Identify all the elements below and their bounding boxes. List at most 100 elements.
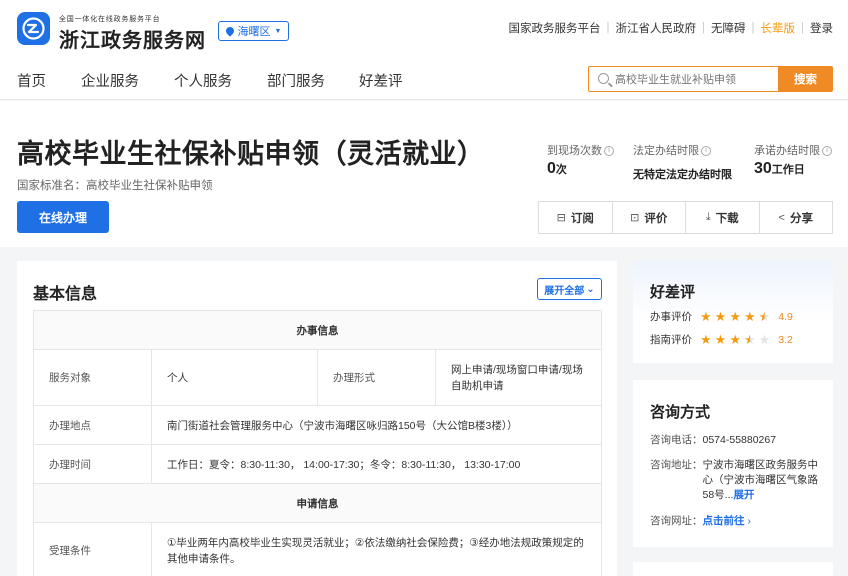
region-selector[interactable]: 海曙区 ▼ <box>218 21 289 41</box>
action-label: 订阅 <box>570 212 594 225</box>
stat-label-text: 到现场次数 <box>547 145 602 157</box>
top-link[interactable]: 国家政务服务平台 <box>509 20 601 36</box>
phone-value: 0574-55880267 <box>702 434 777 446</box>
star-icon: ★ <box>700 309 712 324</box>
stat-label-promise-limit: 承诺办结时限 i <box>754 142 832 158</box>
top-link[interactable]: 浙江省人民政府 <box>616 20 697 36</box>
action-label: 分享 <box>789 212 813 225</box>
nav-item-home[interactable]: 首页 <box>17 70 46 91</box>
top-bar: 全国一体化在线政务服务平台 浙江政务服务网 海曙区 ▼ 国家政务服务平台 | 浙江省… <box>0 0 848 58</box>
share-icon: < <box>778 211 785 224</box>
action-label: 评价 <box>644 212 668 225</box>
link-separator: | <box>606 22 610 34</box>
star-icon: ★ <box>743 309 756 324</box>
field-label: 办理时间 <box>33 444 152 484</box>
stat-label-legal-limit: 法定办结时限 i <box>633 142 711 158</box>
rating-score: 4.9 <box>778 310 793 323</box>
nav-item-enterprise[interactable]: 企业服务 <box>81 70 139 91</box>
section-header-handling: 办事信息 <box>33 310 602 350</box>
chevron-down-icon: ⌄ <box>586 283 595 295</box>
stat-value-legal-limit: 无特定法定办结时限 <box>633 169 732 181</box>
rating-score: 3.2 <box>778 333 793 346</box>
basic-info-title: 基本信息 <box>33 286 98 303</box>
star-icon: ★ <box>700 332 712 347</box>
help-icon[interactable]: i <box>701 146 711 157</box>
subscribe-button[interactable]: ⊟ 订阅 <box>539 202 613 233</box>
standard-name: 国家标准名：高校毕业生社保补贴申领 <box>17 180 213 192</box>
field-label: 受理条件 <box>33 522 152 576</box>
star-icon: ★ <box>758 309 771 324</box>
top-links: 国家政务服务平台 | 浙江省人民政府 | 无障碍 | 长辈版 | 登录 <box>509 20 834 36</box>
help-icon[interactable]: i <box>822 146 832 157</box>
field-label: 办理地点 <box>33 405 152 445</box>
field-value: 工作日：夏令：8:30-11:30， 14:00-17:30；冬令：8:30-1… <box>151 444 602 484</box>
link-separator: | <box>751 22 755 34</box>
stat-unit: 次 <box>555 164 567 176</box>
nav-item-evaluation[interactable]: 好差评 <box>359 70 403 91</box>
table-row: 服务对象 个人 办理形式 网上申请/现场窗口申请/现场自助机申请 <box>33 349 602 406</box>
field-value: 网上申请/现场窗口申请/现场自助机申请 <box>435 349 602 406</box>
star-icon: ★ <box>743 332 756 347</box>
table-row: 办事信息 <box>33 310 602 350</box>
basic-info-table: 办事信息 服务对象 个人 办理形式 网上申请/现场窗口申请/现场自助机申请 办理… <box>33 310 602 576</box>
download-button[interactable]: ⤓ 下载 <box>686 202 760 233</box>
download-icon: ⤓ <box>705 211 711 223</box>
search-button[interactable]: 搜索 <box>778 66 833 92</box>
evaluation-title: 好差评 <box>650 284 696 301</box>
consult-web: 咨询网址：点击前往 › <box>650 514 751 529</box>
top-link[interactable]: 长辈版 <box>761 20 796 36</box>
table-row: 办理地点 南门街道社会管理服务中心（宁波市海曙区咏归路150号（大公馆B楼3楼）… <box>33 405 602 445</box>
evaluation-card: 好差评 办事评价 ★ ★ ★ ★ ★ 4.9 指南评价 ★ ★ ★ ★ ★ 3.2 <box>633 261 833 363</box>
table-row: 申请信息 <box>33 483 602 523</box>
search-input[interactable] <box>615 71 775 88</box>
expand-all-button[interactable]: 展开全部 ⌄ <box>537 278 602 300</box>
comment-icon: ⊡ <box>630 212 640 224</box>
section-header-application: 申请信息 <box>33 483 602 523</box>
address-expand-link[interactable]: 展开 <box>733 489 754 501</box>
logo-title[interactable]: 浙江政务服务网 <box>59 24 206 53</box>
consult-card: 咨询方式 咨询电话：0574-55880267 咨询地址： 宁波市海曙区政务服务… <box>633 380 833 547</box>
rating-label: 指南评价 <box>650 334 692 346</box>
consult-phone: 咨询电话：0574-55880267 <box>650 433 776 448</box>
star-icon: ★ <box>714 309 727 324</box>
top-link[interactable]: 登录 <box>810 20 833 36</box>
next-card <box>633 562 833 576</box>
stat-label-text: 承诺办结时限 <box>754 145 820 157</box>
online-apply-button[interactable]: 在线办理 <box>17 201 109 233</box>
action-bar: ⊟ 订阅 ⊡ 评价 ⤓ 下载 < 分享 <box>538 201 833 234</box>
field-value: 南门街道社会管理服务中心（宁波市海曙区咏归路150号（大公馆B楼3楼）） <box>151 405 602 445</box>
link-separator: | <box>801 22 804 34</box>
stat-number: 30 <box>754 160 772 177</box>
stat-label-visits: 到现场次数 i <box>547 142 614 158</box>
rating-row-guide: 指南评价 ★ ★ ★ ★ ★ 3.2 <box>650 332 793 347</box>
web-link-text: 点击前往 <box>702 515 745 527</box>
evaluate-button[interactable]: ⊡ 评价 <box>613 202 686 233</box>
nav-item-personal[interactable]: 个人服务 <box>174 70 232 91</box>
address-value-wrap: 宁波市海曙区政务服务中心（宁波市海曙区气象路58号...展开 <box>703 458 826 503</box>
web-link[interactable]: 点击前往 › <box>703 515 751 527</box>
expand-label: 展开全部 <box>544 285 585 297</box>
field-label: 服务对象 <box>33 349 152 406</box>
phone-label: 咨询电话： <box>650 434 703 446</box>
link-separator: | <box>702 22 705 34</box>
field-label: 办理形式 <box>317 349 436 406</box>
table-row: 受理条件 ①毕业两年内高校毕业生实现灵活就业；②依法缴纳社会保险费；③经办地法规… <box>33 522 602 576</box>
star-rating: ★ ★ ★ ★ ★ <box>700 333 770 346</box>
top-link[interactable]: 无障碍 <box>711 20 746 36</box>
star-icon: ★ <box>729 332 741 347</box>
star-rating: ★ ★ ★ ★ ★ <box>700 310 770 323</box>
rating-row-service: 办事评价 ★ ★ ★ ★ ★ 4.9 <box>650 309 793 324</box>
logo-subtitle: 全国一体化在线政务服务平台 <box>59 16 161 23</box>
address-label: 咨询地址： <box>650 459 703 471</box>
star-icon: ★ <box>729 309 741 324</box>
page-title: 高校毕业生社保补贴申领（灵活就业） <box>17 139 485 169</box>
logo-icon[interactable] <box>17 12 50 45</box>
share-button[interactable]: < 分享 <box>760 202 833 233</box>
nav-item-department[interactable]: 部门服务 <box>267 70 325 91</box>
stat-number: 0 <box>547 160 556 177</box>
help-icon[interactable]: i <box>604 146 614 157</box>
star-icon: ★ <box>758 332 771 347</box>
stat-label-text: 法定办结时限 <box>633 145 699 157</box>
chevron-right-icon: › <box>747 515 751 527</box>
star-icon: ★ <box>714 332 727 347</box>
